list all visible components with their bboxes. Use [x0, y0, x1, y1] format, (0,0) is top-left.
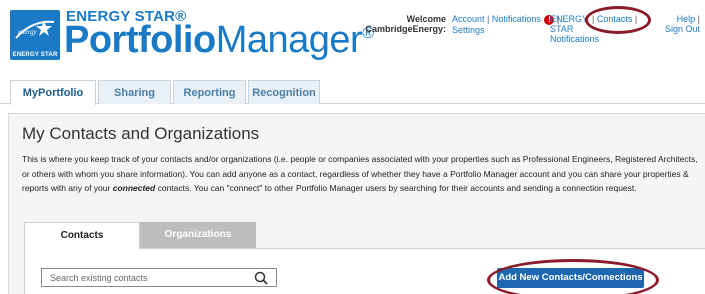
annotation-circle [487, 259, 659, 294]
separator: | [487, 14, 490, 24]
welcome-text: Welcome CambridgeEnergy: [340, 14, 446, 34]
tab-myportfolio[interactable]: MyPortfolio [10, 80, 96, 105]
star-swoosh-icon: energy [15, 20, 55, 39]
product-name[interactable]: PortfolioManager® [64, 19, 374, 62]
help-link[interactable]: Help [677, 14, 696, 24]
separator: | [697, 14, 700, 24]
tab-sharing[interactable]: Sharing [98, 80, 171, 104]
sign-out-link[interactable]: Sign Out [665, 24, 700, 34]
account-links: Account | Notifications ! | Settings [452, 14, 559, 35]
energy-star-notifications-link[interactable]: ENERGY STAR Notifications [550, 14, 599, 44]
main-nav: MyPortfolio Sharing Reporting Recognitio… [0, 80, 705, 105]
tab-contacts[interactable]: Contacts [24, 222, 140, 249]
tab-recognition[interactable]: Recognition [248, 80, 320, 104]
product-name-bold: Portfolio [64, 19, 216, 61]
settings-link[interactable]: Settings [452, 25, 485, 35]
main-panel: My Contacts and Organizations This is wh… [8, 113, 705, 294]
search-input[interactable] [42, 269, 242, 286]
welcome-label: Welcome [406, 14, 446, 24]
account-link[interactable]: Account [452, 14, 485, 24]
search-box[interactable] [41, 268, 277, 287]
annotation-circle [585, 6, 651, 34]
logo-text: ENERGY STAR [12, 52, 58, 58]
help-signout-links: Help | Sign Out [656, 14, 700, 34]
header: energy ENERGY STAR ENERGY STAR® Portfoli… [0, 0, 705, 80]
tab-reporting[interactable]: Reporting [173, 80, 246, 104]
intro-emphasis: connected [112, 183, 156, 194]
svg-text:energy: energy [18, 28, 38, 36]
magnifier-icon[interactable] [254, 271, 268, 285]
intro-part2: contacts. You can "connect" to other Por… [155, 183, 637, 194]
notifications-link[interactable]: Notifications [492, 14, 541, 24]
tab-organizations[interactable]: Organizations [140, 222, 256, 248]
energy-star-logo-icon[interactable]: energy ENERGY STAR [10, 10, 60, 60]
page-title: My Contacts and Organizations [22, 124, 260, 143]
intro-text: This is where you keep track of your con… [22, 152, 698, 196]
contacts-content: Add New Contacts/Connections [24, 248, 705, 294]
account-name: CambridgeEnergy: [365, 24, 446, 34]
